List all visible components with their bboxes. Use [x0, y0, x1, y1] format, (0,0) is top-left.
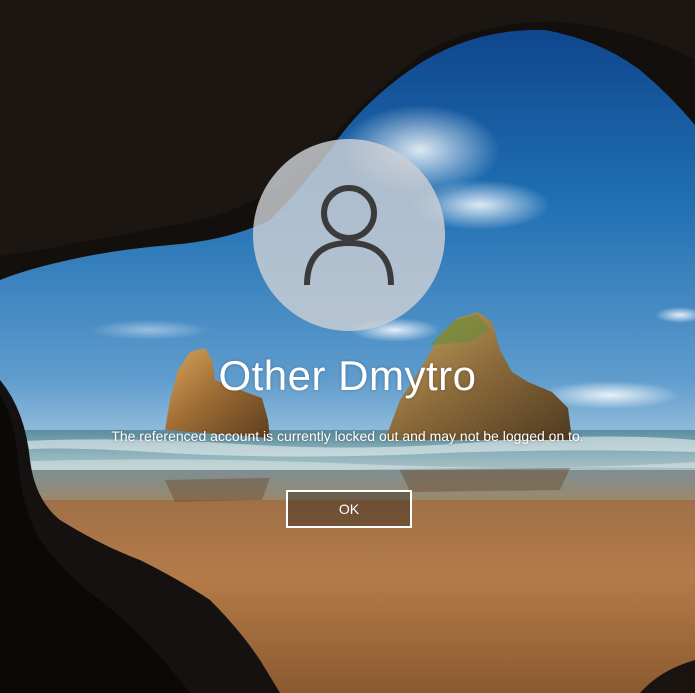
wallpaper-cave-beach [0, 0, 695, 693]
account-name: Other Dmytro [218, 352, 477, 399]
error-message: The referenced account is currently lock… [111, 428, 584, 444]
ok-button[interactable]: OK [286, 490, 412, 528]
lock-screen: Other Dmytro The referenced account is c… [0, 0, 695, 693]
user-silhouette-icon [304, 185, 394, 286]
user-avatar [253, 139, 445, 331]
